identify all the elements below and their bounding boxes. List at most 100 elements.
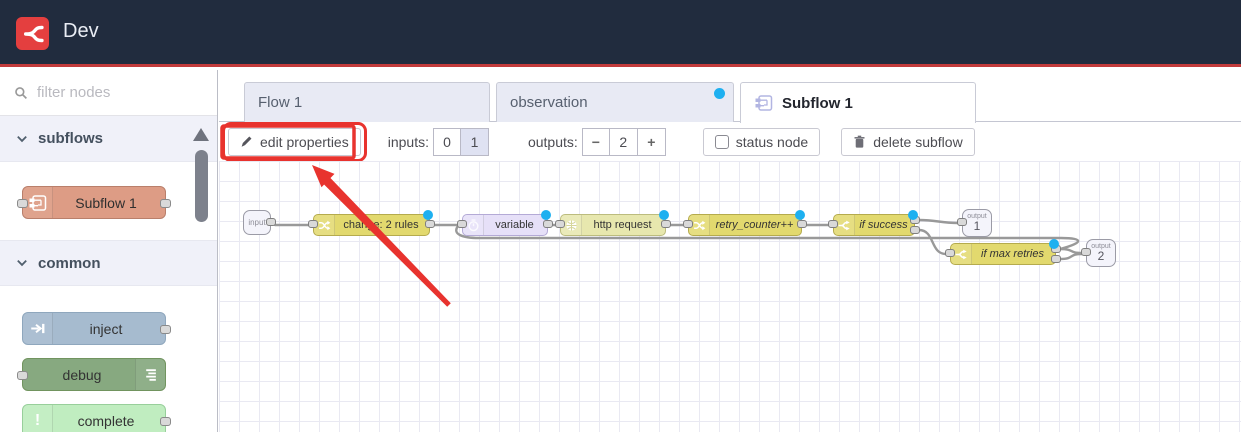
input-port[interactable] [828,220,838,228]
output-port[interactable] [543,220,553,228]
filter-nodes-input[interactable] [37,84,197,101]
palette-node-subflow-1[interactable]: Subflow 1 [17,186,171,219]
subflow-output-endpoint-1[interactable]: output 1 [957,209,992,237]
input-port[interactable] [683,220,693,228]
inject-icon [23,313,53,344]
tab-label: Subflow 1 [782,94,853,112]
input-port[interactable] [17,199,28,208]
input-port[interactable] [457,220,467,228]
outputs-count-value: 2 [609,127,638,156]
modified-indicator-dot [659,210,669,220]
input-port[interactable] [308,220,318,228]
node-http-request[interactable]: http request [555,210,671,236]
modified-indicator-dot [714,88,725,99]
node-label: change: 2 rules [343,219,419,231]
status-node-button[interactable]: status node [702,127,821,156]
flow-tab-bar: Flow 1 observation Subflow 1 [219,70,1241,123]
input-port[interactable] [555,220,565,228]
tab-label: Flow 1 [258,94,303,111]
outputs-decrement-button[interactable]: − [581,127,610,156]
palette-node-label: Subflow 1 [75,194,137,211]
delete-subflow-button[interactable]: delete subflow [841,127,975,156]
modified-indicator-dot [541,210,551,220]
logo-glyph [23,25,44,42]
palette-node-inject[interactable]: inject [22,312,171,345]
button-label: edit properties [260,133,349,150]
node-change-2-rules[interactable]: change: 2 rules [308,210,435,236]
node-if-max-retries[interactable]: if max retries [945,239,1061,265]
input-port[interactable] [945,249,955,257]
node-label: if success [859,219,908,231]
tab-flow-1[interactable]: Flow 1 [244,82,490,122]
outputs-increment-button[interactable]: + [637,127,666,156]
palette-section-subflows[interactable]: subflows [0,116,217,162]
outputs-label: outputs: [527,133,578,150]
modified-indicator-dot [1049,239,1059,249]
palette-search [0,70,217,116]
subflow-icon [754,93,774,113]
status-node-checkbox[interactable] [714,134,729,149]
output-port[interactable] [160,417,171,426]
section-label: subflows [38,130,104,147]
node-red-logo-icon [16,17,49,50]
palette-scroll-up-arrow[interactable] [193,128,209,141]
output-port[interactable] [425,220,435,228]
flow-canvas[interactable]: input change: 2 rules variable http requ… [219,161,1241,432]
chevron-down-icon [16,257,28,269]
trash-icon [854,135,865,148]
palette-node-complete[interactable]: ! complete [22,404,171,432]
wire [917,228,948,256]
output-port-2[interactable] [1051,255,1061,263]
palette-section-common[interactable]: common [0,240,217,286]
search-icon [15,86,27,99]
edit-properties-button[interactable]: edit properties [222,121,367,162]
pencil-icon [241,136,252,147]
input-port[interactable] [1081,248,1091,256]
palette-scrollbar-thumb[interactable] [195,150,208,222]
wire [1058,252,1084,261]
output-port[interactable] [160,199,171,208]
input-port[interactable] [17,371,28,380]
workspace-title: Dev [63,20,99,42]
palette-node-label: inject [89,320,123,337]
wire [1058,247,1084,255]
debug-icon [135,359,165,390]
inputs-toggle: 0 1 [432,127,489,156]
output-port[interactable] [266,217,276,226]
node-label: http request [593,219,652,231]
wires-layer [273,218,1084,261]
node-variable[interactable]: variable [457,210,553,236]
node-if-success[interactable]: if success [828,210,920,236]
modified-indicator-dot [795,210,805,220]
endpoint-label: input [248,218,266,227]
endpoint-number: 2 [1097,249,1105,263]
subflow-output-endpoint-2[interactable]: output 2 [1081,239,1116,267]
subflow-input-endpoint[interactable]: input [243,210,276,235]
modified-indicator-dot [423,210,433,220]
output-port[interactable] [160,325,171,334]
app-header: Dev [0,0,1241,67]
tab-label: observation [510,94,588,111]
output-port[interactable] [661,220,671,228]
output-port[interactable] [797,220,807,228]
button-label: delete subflow [873,133,963,150]
node-red-editor: Dev subflows [0,0,1241,432]
palette-node-label: complete [77,412,135,429]
tab-observation[interactable]: observation [496,82,734,122]
node-retry-counter[interactable]: retry_counter++ [683,210,807,236]
exclamation-icon: ! [23,405,53,432]
tab-subflow-1[interactable]: Subflow 1 [740,82,976,123]
inputs-option-0[interactable]: 0 [432,127,461,156]
inputs-option-1[interactable]: 1 [460,127,489,156]
node-label: retry_counter++ [715,219,794,231]
palette-node-debug[interactable]: debug [17,358,166,391]
node-label: if max retries [981,248,1044,260]
endpoint-number: 1 [973,219,981,233]
inputs-label: inputs: [387,133,429,150]
input-port[interactable] [957,218,967,226]
node-label: variable [495,219,534,231]
wire [917,218,960,225]
output-port-2[interactable] [910,226,920,234]
node-palette: subflows Subflow 1 common [0,70,218,432]
chevron-down-icon [16,133,28,145]
